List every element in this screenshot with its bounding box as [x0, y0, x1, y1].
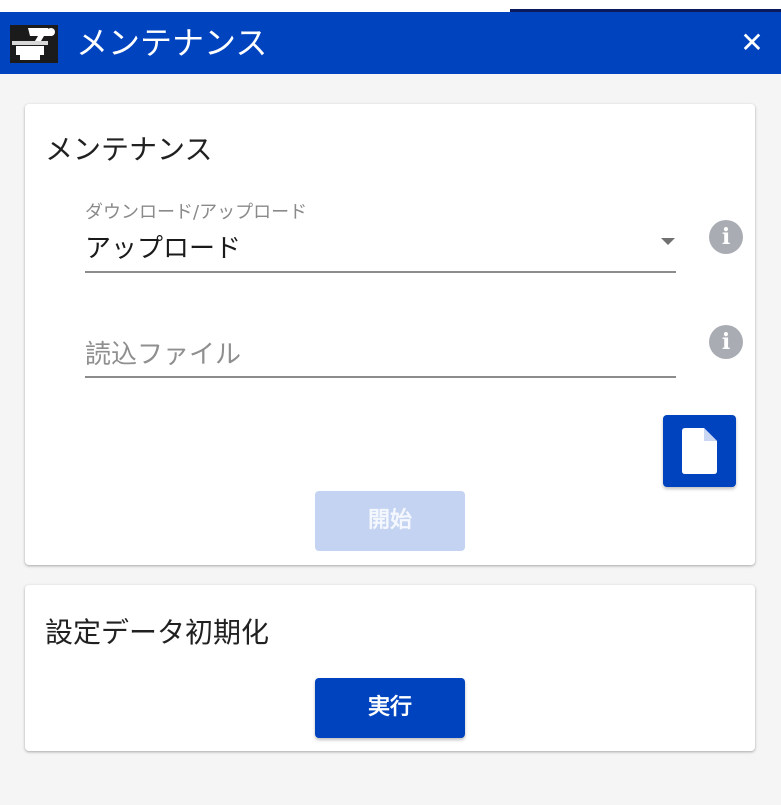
- direction-select[interactable]: アップロード: [85, 228, 241, 265]
- close-icon[interactable]: ✕: [737, 28, 767, 58]
- reset-settings-card: 設定データ初期化 実行: [25, 585, 755, 751]
- direction-select-underline: [85, 271, 676, 273]
- select-file-button[interactable]: [663, 415, 736, 487]
- execute-button[interactable]: 実行: [315, 678, 465, 738]
- start-button[interactable]: 開始: [315, 491, 465, 551]
- maintenance-card-title: メンテナンス: [45, 133, 213, 166]
- window-title: メンテナンス: [76, 24, 268, 62]
- info-icon[interactable]: i: [709, 325, 743, 359]
- file-icon: [682, 428, 717, 474]
- info-icon[interactable]: i: [709, 220, 743, 254]
- top-strip: [0, 0, 781, 12]
- dropdown-arrow-icon[interactable]: [661, 238, 675, 245]
- file-input-underline: [85, 376, 676, 378]
- maintenance-app-icon: [8, 22, 60, 64]
- file-input[interactable]: 読込ファイル: [85, 334, 241, 371]
- maintenance-card: メンテナンス ダウンロード/アップロード アップロード i 読込ファイル i 開…: [25, 104, 755, 565]
- reset-settings-card-title: 設定データ初期化: [45, 616, 270, 649]
- window-titlebar: メンテナンス ✕: [0, 12, 781, 74]
- direction-select-label: ダウンロード/アップロード: [85, 202, 308, 223]
